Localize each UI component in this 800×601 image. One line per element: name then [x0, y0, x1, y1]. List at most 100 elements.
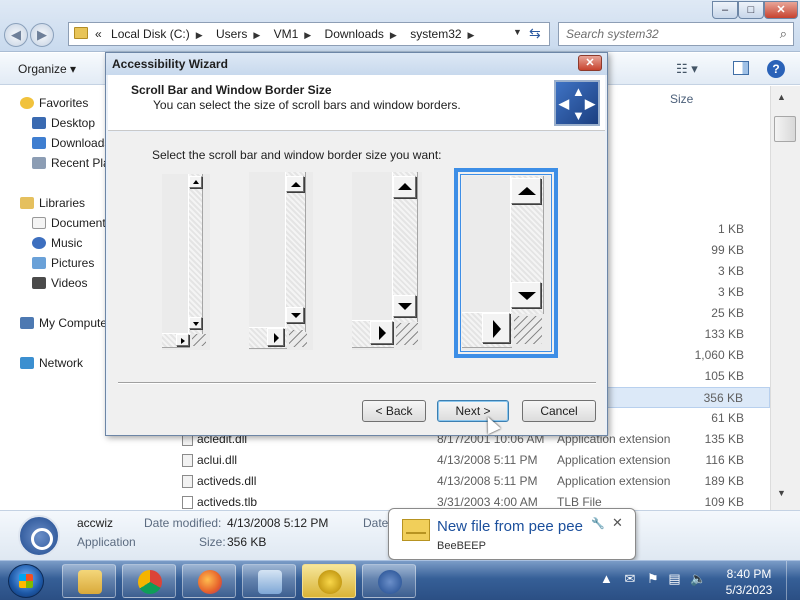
accessibility-wizard-dialog: Accessibility Wizard ✕ Scroll Bar and Wi… [105, 52, 608, 436]
bee-icon [318, 570, 342, 594]
nav-downloads[interactable]: Downloads [32, 136, 110, 150]
details-date-label: Date [363, 516, 389, 530]
start-button[interactable] [8, 564, 44, 598]
taskbar-beebeep[interactable] [302, 564, 356, 598]
address-dropdown-icon[interactable]: ▼ [513, 27, 522, 37]
clock-time: 8:40 PM [726, 567, 772, 581]
search-input[interactable]: Search system32 ⌕ [558, 22, 794, 46]
file-size: 99 KB [711, 243, 744, 257]
details-size-label: Size: [199, 535, 226, 549]
taskbar-control-panel[interactable] [242, 564, 296, 598]
maximize-button[interactable]: □ [738, 1, 764, 19]
search-placeholder: Search system32 [566, 27, 659, 41]
nav-favorites[interactable]: Favorites [20, 96, 88, 110]
scroll-up-icon[interactable]: ▲ [777, 92, 786, 102]
nav-music[interactable]: Music [32, 236, 82, 250]
volume-icon[interactable]: 🔈 [690, 571, 706, 586]
cancel-button[interactable]: Cancel [522, 400, 596, 422]
table-row[interactable]: activeds.dll 4/13/2008 5:11 PM Applicati… [108, 471, 770, 492]
resize-grip-icon [192, 334, 206, 346]
breadcrumb-local-disk[interactable]: Local Disk (C:) [111, 27, 190, 41]
nav-pictures[interactable]: Pictures [32, 256, 94, 270]
views-icon[interactable]: ☷ ▾ [676, 61, 698, 77]
organize-menu[interactable]: Organize ▾ [18, 62, 76, 76]
computer-icon [20, 317, 34, 329]
sample-vertical-track [188, 174, 203, 334]
preview-pane-icon[interactable] [733, 61, 749, 75]
pictures-icon [32, 257, 46, 269]
scrollbar-size-option-2[interactable] [249, 172, 313, 350]
taskbar-accessibility-wizard[interactable] [362, 564, 416, 598]
file-size: 61 KB [711, 411, 744, 425]
taskbar-explorer[interactable] [62, 564, 116, 598]
beebeep-tray-icon[interactable]: ✉ [625, 571, 636, 586]
minimize-button[interactable]: – [712, 1, 738, 19]
dll-file-icon [182, 475, 193, 488]
firefox-icon [198, 570, 222, 594]
next-button[interactable]: Next > [437, 400, 509, 422]
taskbar-chrome[interactable] [122, 564, 176, 598]
file-name: activeds.tlb [197, 495, 258, 509]
scrollbar-size-option-3[interactable] [352, 172, 422, 350]
flag-icon[interactable]: ⚑ [647, 571, 659, 586]
show-desktop-button[interactable] [786, 561, 800, 601]
file-size: 133 KB [704, 327, 744, 341]
chevron-right-icon[interactable]: ▶ [196, 30, 203, 40]
arrow-down-icon [398, 303, 412, 310]
wizard-subheading: You can select the size of scroll bars a… [153, 98, 461, 112]
chevron-right-icon[interactable]: ▶ [390, 30, 397, 40]
file-name: activeds.dll [197, 474, 257, 488]
tray-expand-icon[interactable]: ▲ [600, 571, 613, 586]
address-bar[interactable]: « Local Disk (C:) ▶ Users ▶ VM1 ▶ Downloads… [68, 22, 550, 46]
breadcrumb[interactable]: « Local Disk (C:) ▶ Users ▶ VM1 ▶ Downloads… [95, 27, 484, 41]
chevron-right-icon[interactable]: ▶ [304, 30, 311, 40]
back-button[interactable]: < Back [362, 400, 426, 422]
dialog-titlebar[interactable]: Accessibility Wizard ✕ [106, 53, 607, 75]
nav-videos[interactable]: Videos [32, 276, 87, 290]
sample-down-button [286, 307, 304, 323]
nav-network[interactable]: Network [20, 356, 83, 370]
close-button[interactable]: ✕ [764, 1, 798, 19]
details-kind: Application [77, 535, 136, 549]
sample-right-button [267, 328, 284, 346]
vertical-scrollbar[interactable]: ▲ ▼ [770, 86, 800, 510]
help-icon[interactable]: ? [767, 60, 785, 78]
breadcrumb-downloads[interactable]: Downloads [325, 27, 384, 41]
scrollbar-size-option-4-selected[interactable] [454, 168, 558, 358]
nav-label: Pictures [51, 256, 95, 270]
taskbar-firefox[interactable] [182, 564, 236, 598]
nav-recent-places[interactable]: Recent Places [32, 156, 108, 170]
control-panel-icon [258, 570, 282, 594]
chevron-right-icon[interactable]: ▶ [468, 30, 475, 40]
search-icon[interactable]: ⌕ [780, 26, 787, 42]
scroll-thumb[interactable] [774, 116, 796, 142]
refresh-icon[interactable]: ⇆ [529, 25, 541, 42]
nav-my-computer[interactable]: My Computer [20, 316, 111, 330]
network-tray-icon[interactable]: ▤ [668, 571, 680, 586]
breadcrumb-vm1[interactable]: VM1 [274, 27, 299, 41]
system-clock[interactable]: 8:40 PM 5/3/2023 [718, 566, 780, 598]
breadcrumb-system32[interactable]: system32 [410, 27, 461, 41]
forward-button[interactable]: ▶ [30, 23, 54, 47]
table-row[interactable]: aclui.dll 4/13/2008 5:11 PM Application … [108, 450, 770, 471]
dialog-close-button[interactable]: ✕ [578, 55, 602, 71]
breadcrumb-users[interactable]: Users [216, 27, 247, 41]
file-size: 105 KB [704, 369, 744, 383]
libraries-icon [20, 197, 34, 209]
breadcrumb-overflow[interactable]: « [95, 27, 102, 41]
notification-balloon[interactable]: New file from pee pee BeeBEEP 🔧 ✕ [388, 508, 636, 570]
videos-icon [32, 277, 46, 289]
wrench-icon[interactable]: 🔧 [591, 517, 605, 530]
column-header-size[interactable]: Size [670, 92, 693, 106]
nav-label: Downloads [51, 136, 111, 150]
nav-libraries[interactable]: Libraries [20, 196, 85, 210]
back-button[interactable]: ◀ [4, 23, 28, 47]
file-type: Application extension [557, 453, 671, 467]
notification-close-button[interactable]: ✕ [612, 515, 623, 531]
scroll-down-icon[interactable]: ▼ [777, 488, 786, 498]
nav-documents[interactable]: Documents [32, 216, 112, 230]
nav-desktop[interactable]: Desktop [32, 116, 95, 130]
scrollbar-size-option-4[interactable] [462, 176, 550, 350]
chevron-right-icon[interactable]: ▶ [253, 30, 260, 40]
scrollbar-size-option-1[interactable] [162, 174, 210, 350]
